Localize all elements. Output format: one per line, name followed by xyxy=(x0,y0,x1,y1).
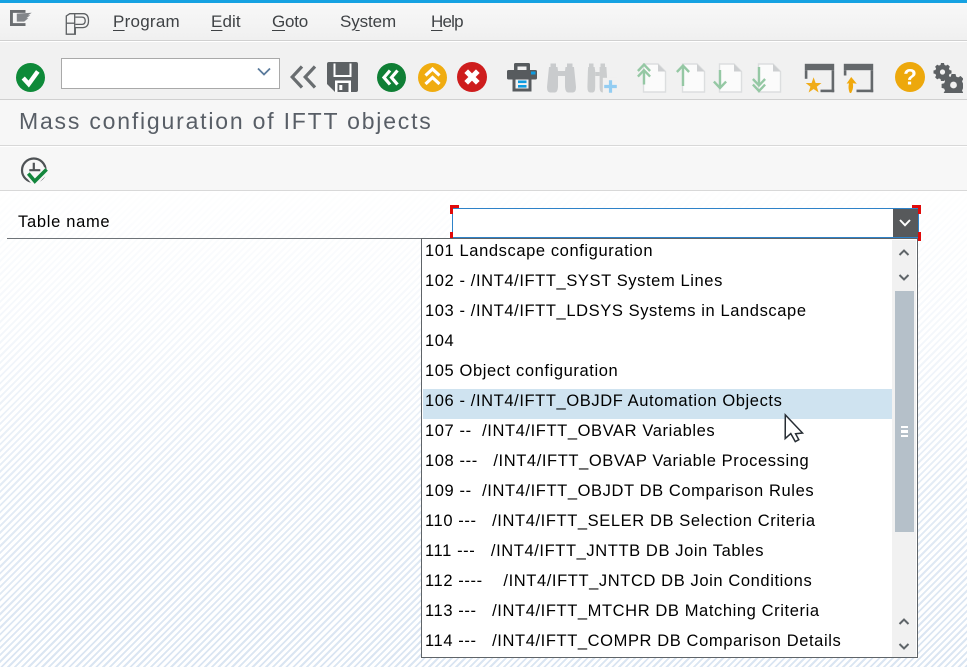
svg-text:?: ? xyxy=(903,65,917,90)
